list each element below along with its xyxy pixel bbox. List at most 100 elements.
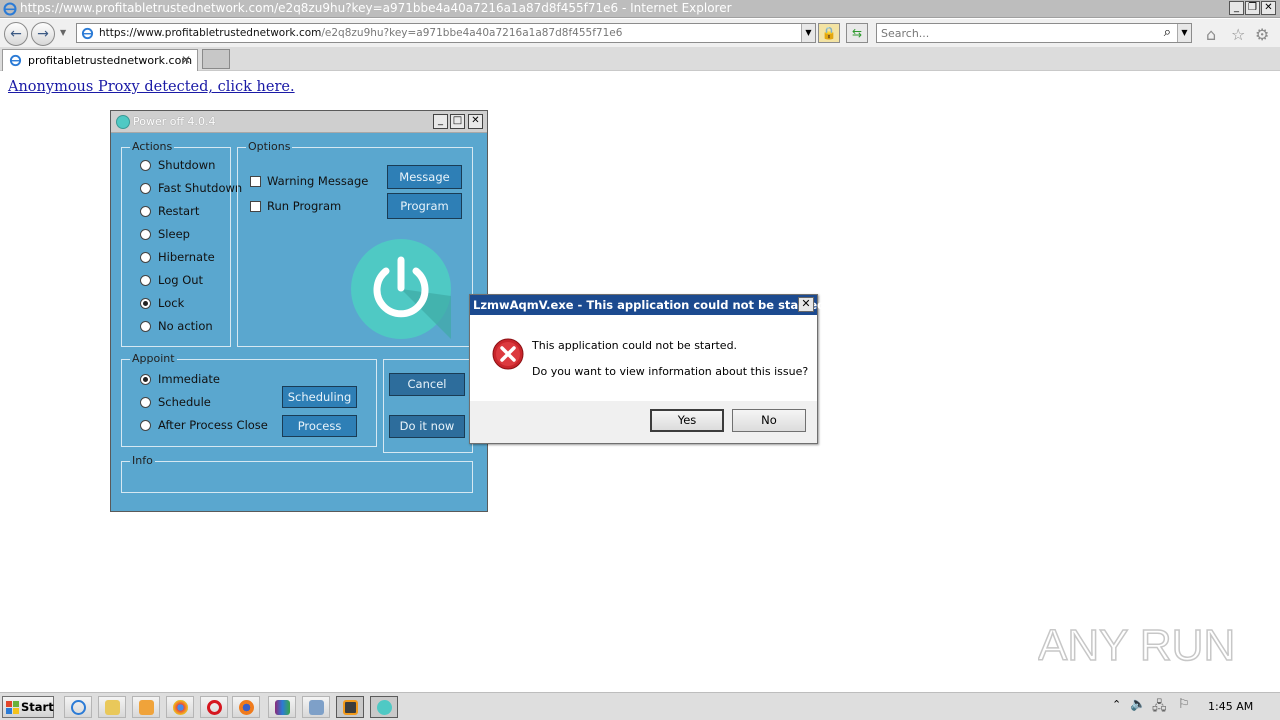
taskbar-poweroff[interactable] bbox=[370, 696, 398, 718]
forward-arrow-icon: → bbox=[37, 26, 49, 42]
url-domain: profitabletrustednetwork.com bbox=[164, 27, 322, 39]
taskbar-winrar[interactable] bbox=[268, 696, 296, 718]
security-lock-button[interactable]: 🔒 bbox=[818, 23, 840, 43]
error-dialog: LzmwAqmV.exe - This application could no… bbox=[469, 294, 830, 444]
search-box[interactable]: Search... ⌕ ▼ bbox=[876, 23, 1192, 43]
back-button[interactable]: ← bbox=[4, 22, 28, 46]
radio-log-out[interactable] bbox=[140, 275, 151, 286]
process-button[interactable]: Process bbox=[282, 415, 357, 437]
favorites-star-icon[interactable]: ☆ bbox=[1231, 25, 1245, 44]
url-path: /e2q8zu9hu?key=a971bbe4a40a7216a1a87d8f4… bbox=[321, 27, 623, 39]
yes-button[interactable]: Yes bbox=[650, 409, 724, 432]
no-button[interactable]: No bbox=[732, 409, 806, 432]
winrar-icon bbox=[275, 700, 290, 715]
tab-label: profitabletrustednetwork.com bbox=[28, 54, 193, 67]
taskbar-internet-explorer[interactable] bbox=[64, 696, 92, 718]
scheduling-button[interactable]: Scheduling bbox=[282, 386, 357, 408]
radio-shutdown[interactable] bbox=[140, 160, 151, 171]
action-center-flag-icon[interactable]: ⚐ bbox=[1178, 697, 1190, 712]
taskbar: Start ⌃ 🔈 🖧 ⚐ 1:45 AM bbox=[0, 692, 1280, 720]
radio-no-action[interactable] bbox=[140, 321, 151, 332]
refresh-icon: ⇆ bbox=[851, 26, 863, 40]
browser-window-title: https://www.profitabletrustednetwork.com… bbox=[20, 1, 732, 15]
tab-bar: profitabletrustednetwork.com ✕ bbox=[0, 47, 1280, 71]
taskbar-explorer[interactable] bbox=[98, 696, 126, 718]
info-label: Info bbox=[130, 454, 155, 467]
restore-button[interactable]: ❐ bbox=[1245, 1, 1260, 15]
back-arrow-icon: ← bbox=[10, 26, 22, 42]
info-group: Info bbox=[121, 454, 473, 493]
radio-fast-shutdown[interactable] bbox=[140, 183, 151, 194]
execute-group: Cancel Do it now bbox=[383, 359, 473, 453]
radio-sleep[interactable] bbox=[140, 229, 151, 240]
cancel-button[interactable]: Cancel bbox=[389, 373, 465, 396]
error-dialog-body: This application could not be started. D… bbox=[470, 315, 817, 401]
close-button[interactable]: ✕ bbox=[1261, 1, 1276, 15]
opera-icon bbox=[207, 700, 222, 715]
poweroff-title: Power off 4.0.4 bbox=[133, 115, 216, 128]
actions-group: Actions Shutdown Fast Shutdown Restart S… bbox=[121, 140, 242, 347]
error-icon bbox=[492, 338, 524, 370]
radio-hibernate[interactable] bbox=[140, 252, 151, 263]
radio-label: Lock bbox=[158, 296, 185, 310]
radio-label: Immediate bbox=[158, 372, 220, 386]
url-text: https://www.profitabletrustednetwork.com… bbox=[99, 27, 622, 39]
start-button[interactable]: Start bbox=[2, 696, 54, 718]
firefox-icon bbox=[239, 700, 254, 715]
refresh-button[interactable]: ⇆ bbox=[846, 23, 868, 43]
taskbar-sublime[interactable] bbox=[336, 696, 364, 718]
radio-after-process-close[interactable] bbox=[140, 420, 151, 431]
address-dropdown-button[interactable]: ▼ bbox=[801, 24, 815, 42]
tab-profitabletrustednetwork[interactable]: profitabletrustednetwork.com ✕ bbox=[2, 49, 198, 71]
do-it-now-button[interactable]: Do it now bbox=[389, 415, 465, 438]
taskbar-app[interactable] bbox=[302, 696, 330, 718]
radio-label: Schedule bbox=[158, 395, 211, 409]
search-icon[interactable]: ⌕ bbox=[1164, 25, 1171, 40]
poweroff-title-bar: Power off 4.0.4 _ □ ✕ bbox=[111, 111, 487, 133]
radio-label: No action bbox=[158, 319, 213, 333]
home-icon[interactable]: ⌂ bbox=[1206, 25, 1216, 44]
new-tab-button[interactable] bbox=[202, 49, 230, 69]
app-icon bbox=[309, 700, 324, 715]
radio-label: Restart bbox=[158, 204, 200, 218]
taskbar-clock[interactable]: 1:45 AM bbox=[1208, 700, 1253, 713]
search-placeholder: Search... bbox=[881, 27, 930, 40]
search-dropdown-button[interactable]: ▼ bbox=[1177, 24, 1191, 42]
system-tray: ⌃ 🔈 🖧 ⚐ bbox=[1104, 693, 1280, 720]
taskbar-chrome[interactable] bbox=[166, 696, 194, 718]
options-label: Options bbox=[246, 140, 293, 153]
error-dialog-close-button[interactable]: ✕ bbox=[798, 297, 814, 312]
radio-immediate[interactable] bbox=[140, 374, 151, 385]
message-button[interactable]: Message bbox=[387, 165, 462, 189]
poweroff-maximize-button[interactable]: □ bbox=[450, 114, 465, 129]
anonymous-proxy-link[interactable]: Anonymous Proxy detected, click here. bbox=[8, 79, 295, 95]
radio-schedule[interactable] bbox=[140, 397, 151, 408]
program-button[interactable]: Program bbox=[387, 193, 462, 219]
poweroff-minimize-button[interactable]: _ bbox=[433, 114, 448, 129]
taskbar-firefox[interactable] bbox=[232, 696, 260, 718]
volume-icon[interactable]: 🔈 bbox=[1130, 697, 1146, 712]
run-program-checkbox[interactable] bbox=[250, 201, 261, 212]
internet-explorer-icon bbox=[3, 2, 17, 16]
tray-expand-icon[interactable]: ⌃ bbox=[1112, 698, 1121, 711]
tab-close-icon[interactable]: ✕ bbox=[181, 53, 191, 67]
taskbar-opera[interactable] bbox=[200, 696, 228, 718]
chrome-icon bbox=[173, 700, 188, 715]
tools-gear-icon[interactable]: ⚙ bbox=[1255, 25, 1269, 44]
network-icon[interactable]: 🖧 bbox=[1152, 697, 1167, 719]
power-logo-icon bbox=[351, 239, 451, 339]
address-bar[interactable]: https://www.profitabletrustednetwork.com… bbox=[76, 23, 816, 43]
radio-lock[interactable] bbox=[140, 298, 151, 309]
poweroff-close-button[interactable]: ✕ bbox=[468, 114, 483, 129]
start-label: Start bbox=[21, 700, 54, 714]
warning-message-label: Warning Message bbox=[267, 174, 369, 188]
taskbar-media-player[interactable] bbox=[132, 696, 160, 718]
history-dropdown-icon[interactable]: ▼ bbox=[60, 28, 66, 37]
forward-button[interactable]: → bbox=[31, 22, 55, 46]
minimize-button[interactable]: _ bbox=[1229, 1, 1244, 15]
radio-label: Log Out bbox=[158, 273, 204, 287]
actions-label: Actions bbox=[130, 140, 175, 153]
warning-message-checkbox[interactable] bbox=[250, 176, 261, 187]
radio-restart[interactable] bbox=[140, 206, 151, 217]
media-player-icon bbox=[139, 700, 154, 715]
